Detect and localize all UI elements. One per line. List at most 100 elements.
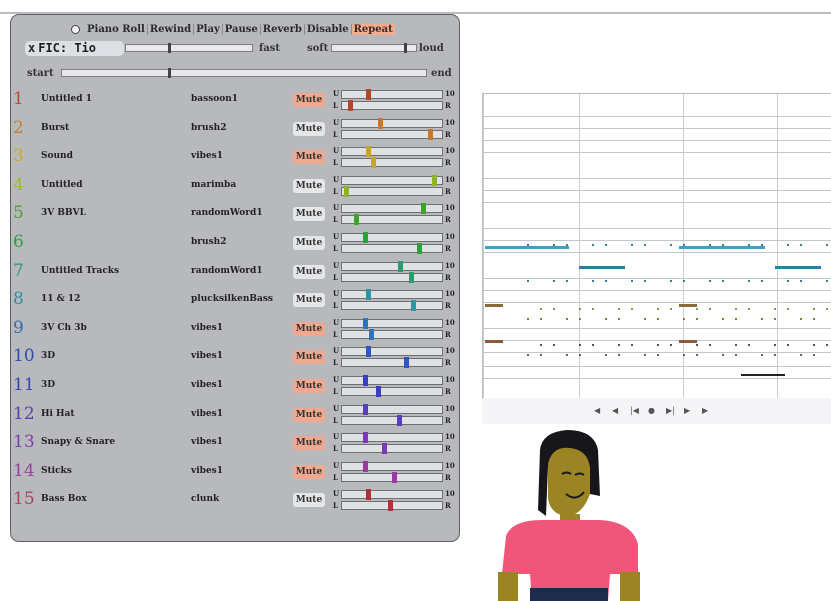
track-instrument[interactable]: plucksilkenBass <box>191 294 295 304</box>
volume-slider[interactable] <box>341 317 443 329</box>
mute-button[interactable]: Mute <box>293 321 325 336</box>
pan-slider[interactable] <box>341 157 443 169</box>
pan-slider-knob[interactable] <box>368 328 374 340</box>
pan-slider-knob[interactable] <box>353 214 359 226</box>
volume-slider-knob[interactable] <box>366 146 371 158</box>
pan-slider[interactable] <box>341 300 443 312</box>
pan-slider-knob[interactable] <box>388 500 394 512</box>
track-name[interactable]: Bass Box <box>41 494 189 504</box>
mute-button[interactable]: Mute <box>293 236 325 250</box>
volume-slider[interactable] <box>341 232 443 243</box>
volume-slider[interactable] <box>341 260 443 272</box>
volume-slider-knob[interactable] <box>363 232 369 243</box>
close-icon[interactable]: x <box>28 41 35 55</box>
track-name[interactable]: Sticks <box>41 466 189 476</box>
reverb-button[interactable]: Reverb <box>261 23 305 35</box>
player-control-button[interactable]: ▶ <box>684 406 690 415</box>
pan-slider[interactable] <box>341 128 443 140</box>
track-instrument[interactable]: randomWord1 <box>191 208 295 218</box>
pan-slider[interactable] <box>341 328 443 340</box>
pan-slider[interactable] <box>341 100 443 111</box>
pan-slider-knob[interactable] <box>375 386 381 397</box>
rewind-button[interactable]: Rewind <box>148 23 195 35</box>
volume-slider-knob[interactable] <box>420 203 426 215</box>
player-control-button[interactable]: ▶| <box>666 406 675 415</box>
volume-slider[interactable] <box>341 432 443 444</box>
track-instrument[interactable]: vibes1 <box>191 323 295 333</box>
track-name[interactable]: Sound <box>41 151 189 161</box>
mute-button[interactable]: Mute <box>293 93 325 107</box>
track-instrument[interactable]: clunk <box>191 494 295 504</box>
volume-master-thumb[interactable] <box>404 43 407 53</box>
pan-slider[interactable] <box>341 414 443 426</box>
pan-slider[interactable] <box>341 214 443 226</box>
pan-slider[interactable] <box>341 386 443 397</box>
pan-slider-knob[interactable] <box>347 100 353 111</box>
mute-button[interactable]: Mute <box>293 379 325 393</box>
track-name[interactable]: Burst <box>41 123 189 133</box>
mute-button[interactable]: Mute <box>293 207 325 222</box>
track-instrument[interactable]: brush2 <box>191 123 295 133</box>
track-instrument[interactable]: vibes1 <box>191 466 295 476</box>
disable-button[interactable]: Disable <box>305 23 352 35</box>
volume-slider[interactable] <box>341 346 443 358</box>
track-name[interactable]: Untitled Tracks <box>41 266 189 276</box>
pan-slider[interactable] <box>341 500 443 512</box>
volume-slider-knob[interactable] <box>366 489 371 501</box>
volume-slider-knob[interactable] <box>363 432 369 444</box>
mute-button[interactable]: Mute <box>293 293 325 308</box>
track-name[interactable]: Untitled <box>41 180 189 190</box>
volume-slider-knob[interactable] <box>366 346 371 358</box>
player-control-button[interactable]: ◀ <box>612 406 618 415</box>
track-instrument[interactable]: bassoon1 <box>191 94 295 104</box>
track-name[interactable]: Snapy & Snare <box>41 437 189 447</box>
volume-slider-knob[interactable] <box>397 260 403 272</box>
volume-slider-knob[interactable] <box>366 89 371 100</box>
pan-slider[interactable] <box>341 471 443 483</box>
play-button[interactable]: Play <box>194 23 223 35</box>
volume-slider-knob[interactable] <box>363 460 369 472</box>
volume-slider[interactable] <box>341 403 443 415</box>
track-instrument[interactable]: brush2 <box>191 237 295 247</box>
mute-button[interactable]: Mute <box>293 407 325 422</box>
player-control-button[interactable]: ▶ <box>702 406 708 415</box>
track-instrument[interactable]: vibes1 <box>191 151 295 161</box>
pan-slider-knob[interactable] <box>391 471 397 483</box>
track-name[interactable]: Untitled 1 <box>41 94 189 104</box>
pan-slider-knob[interactable] <box>428 128 434 140</box>
track-name[interactable]: 3V BBVL <box>41 208 189 218</box>
pan-slider[interactable] <box>341 443 443 455</box>
volume-slider-knob[interactable] <box>363 403 369 415</box>
volume-slider[interactable] <box>341 489 443 501</box>
position-slider-thumb[interactable] <box>168 68 171 78</box>
pan-slider[interactable] <box>341 185 443 197</box>
pan-slider[interactable] <box>341 357 443 369</box>
volume-slider-knob[interactable] <box>363 375 369 386</box>
track-instrument[interactable]: vibes1 <box>191 380 295 390</box>
mute-button[interactable]: Mute <box>293 493 325 508</box>
pan-slider-knob[interactable] <box>343 185 349 197</box>
volume-slider[interactable] <box>341 146 443 158</box>
pan-slider-knob[interactable] <box>416 243 422 254</box>
tempo-slider[interactable] <box>125 43 253 53</box>
pan-slider-knob[interactable] <box>370 157 376 169</box>
track-instrument[interactable]: vibes1 <box>191 437 295 447</box>
tempo-slider-thumb[interactable] <box>168 43 171 53</box>
pause-button[interactable]: Pause <box>223 23 261 35</box>
radio-button[interactable] <box>71 24 80 34</box>
piano-roll-score[interactable] <box>482 93 831 399</box>
song-title[interactable]: x FIC: Tio <box>25 41 124 56</box>
track-instrument[interactable]: vibes1 <box>191 409 295 419</box>
player-control-button[interactable]: ◀ <box>594 406 600 415</box>
track-name[interactable]: Hi Hat <box>41 409 189 419</box>
pan-slider-knob[interactable] <box>404 357 410 369</box>
volume-slider-knob[interactable] <box>363 317 369 329</box>
track-name[interactable]: 3V Ch 3b <box>41 323 189 333</box>
track-instrument[interactable]: marimba <box>191 180 295 190</box>
volume-slider-knob[interactable] <box>366 289 371 301</box>
mute-button[interactable]: Mute <box>293 350 325 365</box>
track-name[interactable]: 3D <box>41 351 189 361</box>
volume-slider[interactable] <box>341 460 443 472</box>
pan-slider[interactable] <box>341 243 443 254</box>
mute-button[interactable]: Mute <box>293 121 325 136</box>
